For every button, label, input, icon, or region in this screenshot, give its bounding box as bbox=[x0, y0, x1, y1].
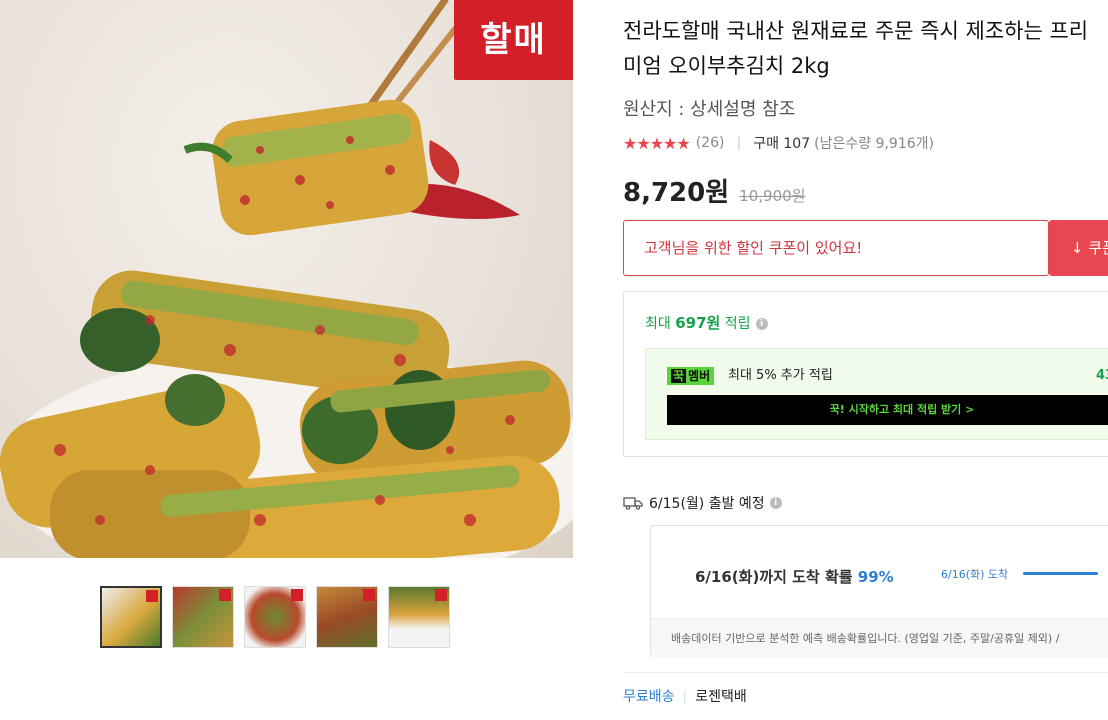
reward-panel: 최대 697원 적립 i 꾹멤버 최대 5% 추가 적립 43 꾹! 시작하고 최… bbox=[623, 291, 1108, 457]
arrival-percent: 99% bbox=[857, 568, 894, 586]
arrival-footnote: 배송데이터 기반으로 분석한 예측 배송확률입니다. (영업일 기준, 주말/공… bbox=[651, 618, 1108, 658]
star-rating-icon: ★★★★★ bbox=[623, 133, 691, 153]
rating-row: ★★★★★ (26) | 구매 107 (남은수량 9,916개) bbox=[623, 133, 934, 153]
brand-badge-icon bbox=[435, 589, 447, 601]
reward-prefix: 최대 bbox=[645, 316, 676, 332]
review-count-link[interactable]: (26) bbox=[696, 135, 725, 151]
carrier-name: 로젠택배 bbox=[695, 689, 747, 705]
reward-heading: 최대 697원 적립 i bbox=[645, 312, 768, 333]
delivery-info: 무료배송 | 로젠택배 bbox=[623, 686, 747, 706]
free-shipping-label: 무료배송 bbox=[623, 689, 675, 705]
thumbnail-5[interactable] bbox=[388, 586, 450, 648]
brand-badge-icon bbox=[146, 590, 158, 602]
product-main-image: 할매 bbox=[0, 0, 573, 558]
coupon-download-button[interactable]: ↓ 쿠폰 bbox=[1049, 220, 1108, 276]
coupon-notice: 고객님을 위한 할인 쿠폰이 있어요! bbox=[623, 220, 1049, 276]
remaining-stock: (남은수량 9,916개) bbox=[814, 136, 934, 152]
divider bbox=[623, 672, 1108, 673]
divider: | bbox=[682, 689, 688, 705]
member-reward-text: 최대 5% 추가 적립 bbox=[728, 368, 833, 383]
brand-logo-stamp: 할매 bbox=[454, 0, 573, 80]
brand-badge-icon bbox=[363, 589, 375, 601]
brand-badge-icon bbox=[291, 589, 303, 601]
thumbnail-3[interactable] bbox=[244, 586, 306, 648]
member-badge-label: 멤버 bbox=[688, 369, 711, 383]
info-icon[interactable]: i bbox=[769, 497, 782, 509]
arrival-probability-box: 6/16(화)까지 도착 확률 99% 6/16(화) 도착 배송데이터 기반으… bbox=[650, 525, 1108, 658]
purchase-count: 구매 107 bbox=[753, 136, 811, 152]
arrival-prefix: 6/16(화)까지 도착 확률 bbox=[695, 568, 858, 586]
member-reward-amount: 43 bbox=[1096, 368, 1108, 383]
arrival-probability: 6/16(화)까지 도착 확률 99% bbox=[695, 566, 894, 587]
thumbnail-2[interactable] bbox=[172, 586, 234, 648]
reward-suffix: 적립 bbox=[720, 316, 751, 332]
member-reward-box: 꾹멤버 최대 5% 추가 적립 43 꾹! 시작하고 최대 적립 받기 > bbox=[645, 348, 1108, 440]
truck-icon bbox=[623, 497, 643, 510]
arrival-progress-bar bbox=[1023, 572, 1098, 575]
current-price: 8,720원 bbox=[623, 178, 730, 208]
thumbnail-strip bbox=[100, 586, 450, 648]
thumbnail-1[interactable] bbox=[100, 586, 162, 648]
ggok-logo-icon: 꾹 bbox=[671, 369, 687, 383]
product-title: 전라도할매 국내산 원재료로 주문 즉시 제조하는 프리미엄 오이부추김치 2k… bbox=[623, 19, 1089, 78]
reward-amount: 697원 bbox=[675, 314, 721, 332]
member-badge: 꾹 멤버 bbox=[667, 367, 715, 385]
start-membership-button[interactable]: 꾹! 시작하고 최대 적립 받기 > bbox=[667, 395, 1108, 425]
product-origin: 원산지 : 상세설명 참조 bbox=[623, 99, 796, 120]
arrival-mini-label: 6/16(화) 도착 bbox=[941, 568, 1009, 581]
kimchi-illustration bbox=[0, 0, 573, 558]
original-price: 10,900원 bbox=[739, 187, 806, 205]
divider: | bbox=[736, 135, 742, 151]
departure-text: 6/15(월) 출발 예정 bbox=[649, 496, 765, 512]
price-row: 8,720원 10,900원 bbox=[623, 172, 805, 209]
shipping-departure: 6/15(월) 출발 예정 i bbox=[623, 493, 782, 513]
brand-badge-icon bbox=[219, 589, 231, 601]
info-icon[interactable]: i bbox=[755, 318, 768, 330]
thumbnail-4[interactable] bbox=[316, 586, 378, 648]
